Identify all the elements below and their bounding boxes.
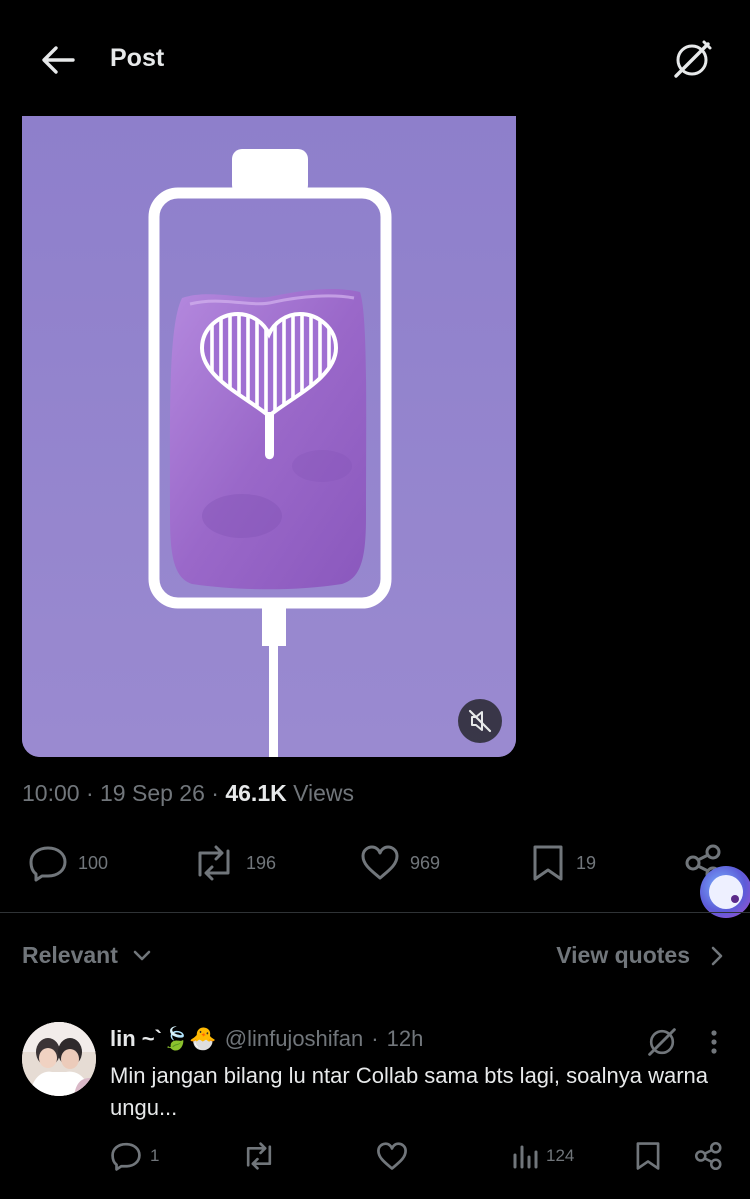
meta-separator: ·: [85, 780, 94, 806]
quotes-label: View quotes: [556, 942, 690, 968]
repost-button[interactable]: 196: [192, 838, 276, 888]
reply-button[interactable]: 100: [28, 838, 108, 888]
grok-icon: [674, 40, 712, 78]
reply-reply-button[interactable]: 1: [110, 1136, 159, 1176]
post-date: 19 Sep 26: [100, 780, 205, 806]
iv-bag-heart-illustration: [22, 116, 516, 757]
reply-like-button[interactable]: [376, 1136, 416, 1176]
like-button[interactable]: 969: [360, 838, 440, 888]
reply-views-button[interactable]: 124: [512, 1136, 574, 1176]
reply-count: 100: [78, 852, 109, 873]
bookmark-count: 19: [576, 852, 597, 873]
post-video[interactable]: [22, 116, 516, 757]
bubble-dot: [731, 895, 739, 903]
like-count: 969: [410, 852, 441, 873]
views-label: Views: [293, 780, 355, 806]
arrow-left-icon: [42, 46, 75, 74]
avatar[interactable]: [22, 1022, 96, 1096]
chevron-right-icon: [711, 946, 723, 965]
reply-text: Min jangan bilang lu ntar Collab sama bt…: [110, 1063, 709, 1120]
floating-bubble-icon: [709, 875, 743, 909]
avatar-photo: [22, 1022, 96, 1096]
view-quotes-link[interactable]: View quotes: [556, 942, 724, 969]
reply-share-button[interactable]: [694, 1136, 724, 1176]
reply-reply-count: 1: [150, 1146, 160, 1165]
reply-grok-button[interactable]: [642, 1022, 682, 1062]
sort-label: Relevant: [22, 942, 118, 968]
reply-icon: [29, 846, 67, 882]
repost-icon: [198, 845, 230, 881]
floating-assistant-button[interactable]: [700, 866, 750, 918]
reply-views-count: 124: [546, 1146, 575, 1165]
speaker-muted-icon: [468, 709, 492, 733]
meta-separator: ·: [211, 780, 219, 806]
reply-repost-button[interactable]: [242, 1136, 284, 1176]
post-meta: 10:00 · 19 Sep 26 · 46.1K Views: [22, 780, 354, 807]
section-divider: [0, 912, 750, 913]
grok-icon: [648, 1028, 676, 1056]
reply-author-handle[interactable]: @linfujoshifan: [225, 1026, 364, 1052]
reply-item[interactable]: lin ~`🍃🐣 @linfujoshifan · 12h Min jangan…: [0, 1012, 750, 1199]
reply-author-name[interactable]: lin ~`🍃🐣: [110, 1026, 217, 1052]
post-action-bar: 100 196 969 19: [0, 838, 750, 888]
grok-button[interactable]: [668, 36, 716, 84]
header-bar: Post: [0, 0, 750, 116]
reply-time[interactable]: 12h: [387, 1026, 424, 1052]
repost-icon: [246, 1142, 272, 1170]
heart-icon: [361, 845, 399, 880]
reply-action-bar: 1 124: [0, 1136, 750, 1176]
bookmark-icon: [636, 1142, 660, 1170]
reply-header: lin ~`🍃🐣 @linfujoshifan · 12h: [110, 1026, 423, 1052]
reply-bookmark-button[interactable]: [634, 1136, 662, 1176]
post-time: 10:00: [22, 780, 80, 806]
mute-button[interactable]: [458, 699, 502, 743]
chevron-down-icon: [133, 950, 151, 960]
reply-sort-dropdown[interactable]: Relevant: [22, 942, 152, 969]
reply-icon: [111, 1142, 141, 1171]
bar-chart-icon: [513, 1145, 538, 1169]
views-count: 46.1K: [225, 780, 287, 806]
reply-more-button[interactable]: [700, 1024, 728, 1060]
share-icon: [694, 1141, 722, 1171]
reply-separator: ·: [371, 1026, 379, 1051]
more-vertical-icon: [711, 1030, 717, 1054]
heart-icon: [377, 1141, 407, 1170]
repost-count: 196: [246, 852, 277, 873]
back-button[interactable]: [36, 40, 80, 80]
bookmark-icon: [533, 845, 563, 881]
page-title: Post: [110, 44, 165, 72]
bookmark-button[interactable]: 19: [530, 838, 596, 888]
